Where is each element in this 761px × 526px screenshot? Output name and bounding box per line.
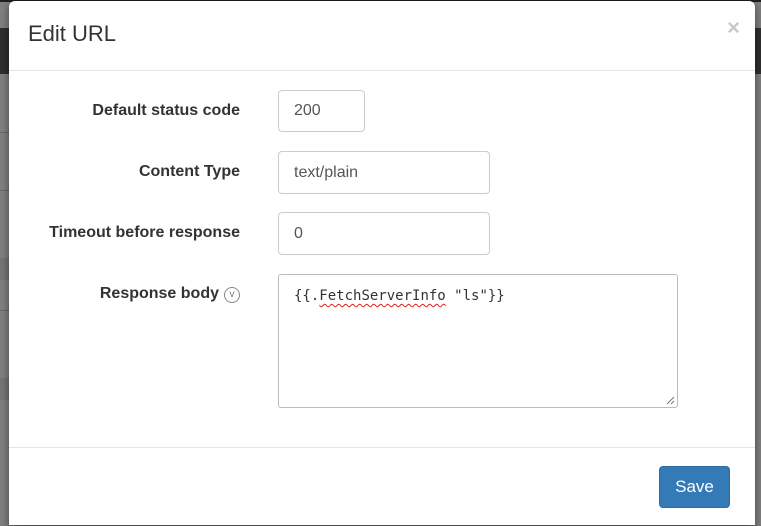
info-icon[interactable]: v [224,286,240,303]
timeout-input[interactable]: 0 [278,212,490,255]
response-body-label: Response body [99,285,219,302]
response-body-textarea[interactable]: {{.FetchServerInfo "ls"}} [278,274,678,408]
response-body-label-group: Response body v [100,285,240,303]
save-button[interactable]: Save [659,466,730,508]
modal-title: Edit URL [28,21,117,46]
status-code-label: Default status code [92,102,240,119]
edit-url-modal: Edit URL × Default status code 200 Conte… [9,1,755,525]
response-body-text-prefix: {{. [294,288,320,304]
response-body-text-suffix: "ls"}} [445,288,505,304]
response-body-text-misspelled: FetchServerInfo [319,288,446,304]
timeout-label: Timeout before response [49,224,240,241]
status-code-input[interactable]: 200 [278,90,365,132]
background-header-band-right [755,28,761,74]
resize-grip-icon[interactable] [666,396,675,405]
content-type-input[interactable]: text/plain [278,151,490,194]
content-type-label: Content Type [138,163,240,180]
modal-footer [9,447,755,526]
close-icon[interactable]: × [727,17,740,39]
modal-header: Edit URL × [9,1,755,71]
